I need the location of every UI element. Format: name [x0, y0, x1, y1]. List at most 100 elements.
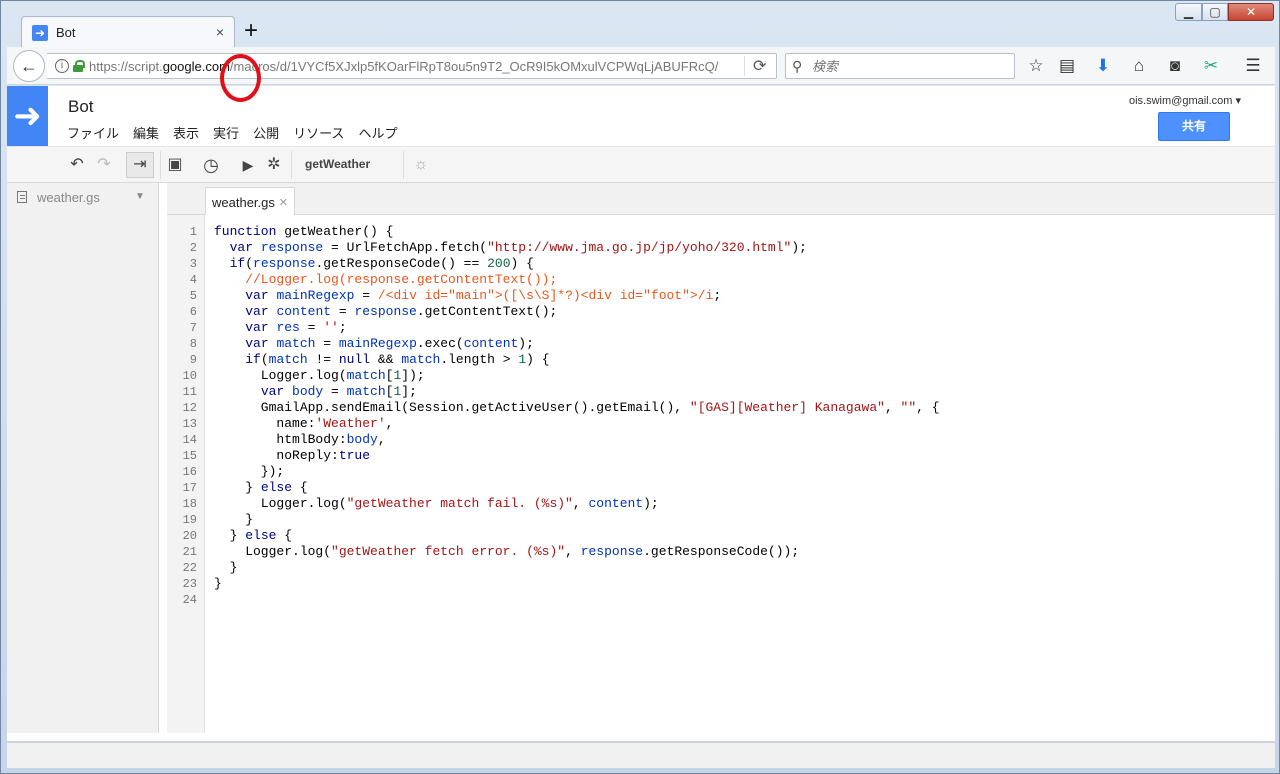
line-number: 15 — [182, 449, 197, 463]
reload-icon[interactable]: ⟳ — [753, 56, 766, 76]
url-divider — [744, 56, 745, 76]
close-tab-icon[interactable]: × — [216, 24, 224, 40]
account-email: ois.swim@gmail.com — [1129, 95, 1233, 107]
save-icon[interactable]: ▣ — [165, 153, 185, 177]
pocket-icon[interactable]: ◙ — [1164, 55, 1186, 77]
share-button[interactable]: 共有 — [1158, 112, 1230, 141]
search-box[interactable]: ⚲ — [785, 53, 1015, 79]
apps-script-editor: ➜ Bot ファイル 編集 表示 実行 公開 リソース ヘルプ ois.swim… — [7, 86, 1275, 741]
line-number-gutter: 1 2 3 4 5 6 7 8 9 10 11 12 13 14 15 16 17 18 19 20 21 22 23 24 — [167, 215, 205, 733]
menu-publish[interactable]: 公開 — [253, 123, 279, 142]
editor-toolbar: ↶ ↷ ⇥ ▣ ◷ ▶ ✲ getWeather ☼ — [7, 146, 1275, 183]
line-number: 16 — [182, 465, 197, 479]
line-number: 3 — [189, 257, 197, 271]
line-number: 13 — [182, 417, 197, 431]
code-line[interactable]: } — [214, 576, 222, 591]
code-line[interactable]: function getWeather() { — [214, 224, 393, 239]
toolbar-divider — [291, 151, 292, 179]
line-number: 8 — [189, 337, 197, 351]
line-number: 2 — [189, 241, 197, 255]
line-number: 12 — [182, 401, 197, 415]
browser-tab[interactable]: ➜ Bot × — [21, 16, 235, 48]
line-number: 6 — [189, 305, 197, 319]
line-number: 19 — [182, 513, 197, 527]
code-line[interactable]: } — [214, 512, 253, 527]
code-line[interactable]: //Logger.log(response.getContentText()); — [214, 272, 557, 287]
menu-bar: ファイル 編集 表示 実行 公開 リソース ヘルプ — [67, 123, 411, 142]
code-line[interactable]: var body = match[1]; — [214, 384, 417, 399]
code-line[interactable]: var content = response.getContentText(); — [214, 304, 557, 319]
menu-resources[interactable]: リソース — [293, 123, 344, 142]
code-line[interactable]: } — [214, 560, 238, 575]
triggers-clock-icon[interactable]: ◷ — [200, 153, 222, 177]
file-item-weather-gs[interactable]: weather.gs ▼ — [17, 190, 145, 205]
function-select[interactable]: getWeather — [305, 157, 370, 171]
undo-icon[interactable]: ↶ — [67, 153, 87, 177]
line-number: 4 — [189, 273, 197, 287]
lightbulb-icon[interactable]: ☼ — [411, 153, 431, 177]
code-line[interactable]: Logger.log("getWeather fetch error. (%s)… — [214, 544, 799, 559]
search-input[interactable] — [812, 58, 1007, 75]
extension-icon[interactable]: ✂ — [1200, 55, 1222, 77]
code-line[interactable]: var match = mainRegexp.exec(content); — [214, 336, 534, 351]
home-icon[interactable]: ⌂ — [1128, 55, 1150, 77]
code-line[interactable]: } else { — [214, 528, 292, 543]
menu-icon[interactable]: ☰ — [1242, 55, 1264, 77]
code-line[interactable]: var res = ''; — [214, 320, 346, 335]
menu-file[interactable]: ファイル — [67, 123, 119, 142]
code-line[interactable]: GmailApp.sendEmail(Session.getActiveUser… — [214, 400, 940, 415]
code-line[interactable]: name:'Weather', — [214, 416, 393, 431]
code-line[interactable]: if(response.getResponseCode() == 200) { — [214, 256, 534, 271]
code-line[interactable]: }); — [214, 464, 284, 479]
bookmark-star-icon[interactable]: ☆ — [1025, 55, 1047, 77]
menu-edit[interactable]: 編集 — [133, 123, 159, 142]
new-tab-button[interactable]: + — [239, 17, 263, 45]
line-number: 24 — [182, 593, 197, 607]
code-line[interactable]: htmlBody:body, — [214, 432, 385, 447]
file-icon — [17, 191, 27, 203]
code-line[interactable]: } else { — [214, 480, 307, 495]
debug-bug-icon[interactable]: ✲ — [264, 153, 284, 177]
run-icon[interactable]: ▶ — [237, 153, 259, 177]
code-line[interactable]: Logger.log(match[1]); — [214, 368, 425, 383]
file-menu-chevron-icon[interactable]: ▼ — [135, 191, 145, 202]
info-icon[interactable]: i — [55, 59, 69, 73]
line-number: 7 — [189, 321, 197, 335]
menu-run[interactable]: 実行 — [213, 123, 239, 142]
code-line[interactable]: var response = UrlFetchApp.fetch("http:/… — [214, 240, 807, 255]
menu-view[interactable]: 表示 — [173, 123, 199, 142]
tab-title: Bot — [56, 25, 76, 40]
line-number: 22 — [182, 561, 197, 575]
run-highlight-circle — [220, 54, 261, 102]
code-line[interactable]: if(match != null && match.length > 1) { — [214, 352, 549, 367]
editor-tab-strip: weather.gs ✕ — [167, 183, 1275, 216]
line-number: 10 — [182, 369, 197, 383]
download-icon[interactable]: ⬇ — [1092, 55, 1114, 77]
close-tab-icon[interactable]: ✕ — [279, 196, 288, 209]
line-number: 23 — [182, 577, 197, 591]
apps-script-logo-icon[interactable]: ➜ — [7, 86, 48, 146]
line-number: 14 — [182, 433, 197, 447]
line-number: 5 — [189, 289, 197, 303]
maximize-button[interactable]: ▢ — [1202, 3, 1228, 21]
menu-help[interactable]: ヘルプ — [358, 123, 397, 142]
editor-tab-weather-gs[interactable]: weather.gs ✕ — [205, 187, 295, 216]
close-window-button[interactable]: ✕ — [1228, 3, 1274, 21]
code-area[interactable]: function getWeather() { var response = U… — [205, 215, 1275, 733]
line-number: 9 — [189, 353, 197, 367]
minimize-button[interactable]: ▁ — [1175, 3, 1202, 21]
code-line[interactable]: var mainRegexp = /<div id="main">([\s\S]… — [214, 288, 721, 303]
code-line[interactable]: noReply:true — [214, 448, 370, 463]
project-title[interactable]: Bot — [68, 97, 94, 117]
reading-list-icon[interactable]: ▤ — [1056, 55, 1078, 77]
code-line[interactable]: Logger.log("getWeather match fail. (%s)"… — [214, 496, 659, 511]
back-button[interactable]: ← — [13, 50, 45, 82]
line-number: 17 — [182, 481, 197, 495]
toolbar-divider — [403, 151, 404, 179]
search-icon: ⚲ — [792, 58, 803, 74]
indent-icon[interactable]: ⇥ — [126, 152, 154, 178]
line-number: 21 — [182, 545, 197, 559]
url-bar[interactable]: i https://script.google.com/macros/d/1VY… — [47, 53, 777, 79]
redo-icon[interactable]: ↷ — [94, 153, 114, 177]
account-menu[interactable]: ois.swim@gmail.com ▾ — [1129, 94, 1241, 107]
